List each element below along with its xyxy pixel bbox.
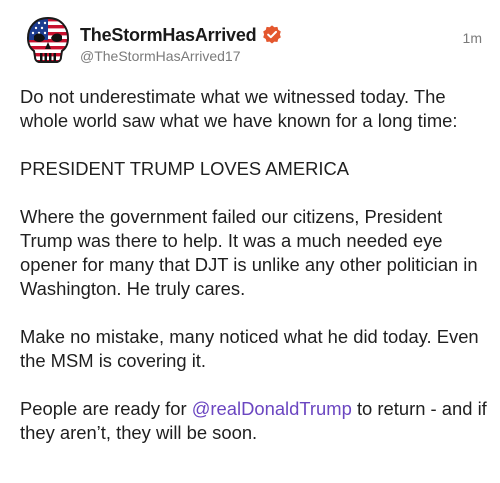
punisher-skull-flag-icon bbox=[26, 16, 70, 63]
post-timestamp: 1m bbox=[462, 30, 482, 46]
post-header: TheStormHasArrived @TheStormHasArrived17… bbox=[18, 10, 482, 70]
post-paragraph: Where the government failed our citizens… bbox=[20, 206, 478, 299]
avatar[interactable] bbox=[18, 10, 78, 70]
post-paragraph-last: People are ready for @realDonaldTrump to… bbox=[20, 397, 490, 445]
post-paragraph: Do not underestimate what we witnessed t… bbox=[20, 86, 458, 131]
post-body: Do not underestimate what we witnessed t… bbox=[20, 85, 490, 445]
author-handle[interactable]: @TheStormHasArrived17 bbox=[80, 48, 241, 64]
name-row: TheStormHasArrived bbox=[80, 23, 283, 47]
post-paragraph: PRESIDENT TRUMP LOVES AMERICA bbox=[20, 158, 350, 179]
mention-link[interactable]: @realDonaldTrump bbox=[192, 398, 352, 419]
text-segment: People are ready for bbox=[20, 398, 192, 419]
display-name[interactable]: TheStormHasArrived bbox=[80, 25, 257, 46]
post-paragraph: Make no mistake, many noticed what he di… bbox=[20, 326, 479, 371]
post-card: TheStormHasArrived @TheStormHasArrived17… bbox=[0, 0, 500, 483]
verified-badge-icon bbox=[261, 24, 283, 46]
